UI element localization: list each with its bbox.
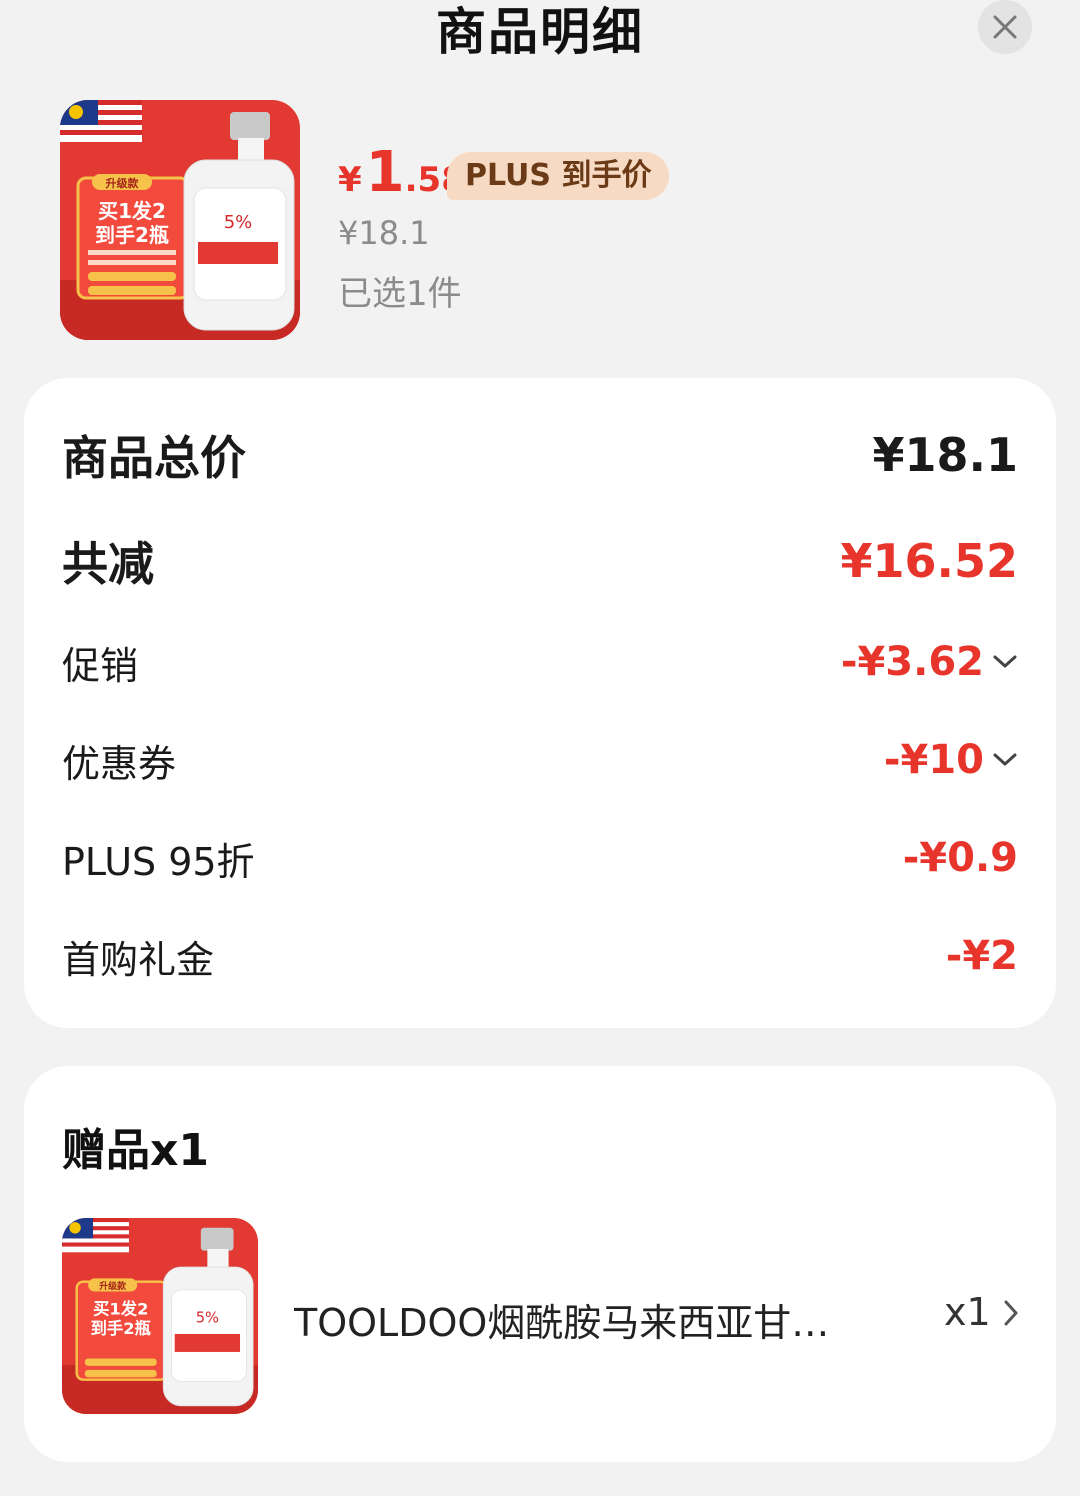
svg-text:到手2瓶: 到手2瓶 xyxy=(91,1319,151,1338)
first-purchase-gift-label: 首购礼金 xyxy=(62,937,215,982)
first-purchase-gift-row: 首购礼金 -¥2 xyxy=(62,926,1018,986)
flag-icon xyxy=(60,100,142,142)
svg-text:到手2瓶: 到手2瓶 xyxy=(95,223,169,247)
original-price: ¥18.1 xyxy=(338,214,430,252)
price-currency: ¥ xyxy=(338,160,362,200)
svg-text:5%: 5% xyxy=(224,212,253,233)
chevron-down-icon xyxy=(993,753,1017,766)
total-price-row: 商品总价 ¥18.1 xyxy=(62,420,1018,490)
promotion-label: 促销 xyxy=(62,643,139,688)
total-discount-row: 共减 ¥16.52 xyxy=(62,526,1018,596)
price-integer: 1 xyxy=(365,140,405,205)
gift-name[interactable]: TOOLDOO烟酰胺马来西亚甘… xyxy=(294,1292,854,1347)
svg-text:买1发2: 买1发2 xyxy=(98,199,166,223)
page-title: 商品明细 xyxy=(436,3,644,61)
svg-text:5%: 5% xyxy=(196,1310,219,1327)
close-icon xyxy=(993,15,1017,39)
plus-discount-row: PLUS 95折 -¥0.9 xyxy=(62,828,1018,888)
promotion-value: -¥3.62 xyxy=(840,639,984,685)
chevron-down-icon xyxy=(993,655,1017,668)
close-button[interactable] xyxy=(978,0,1032,54)
first-purchase-gift-value: -¥2 xyxy=(945,933,1018,979)
coupon-row[interactable]: 优惠券 -¥10 xyxy=(62,730,1018,790)
gift-card: 赠品x1 升级款 买1发2 到手2瓶 5% TOOLDOO烟酰胺马来西亚甘… x… xyxy=(24,1066,1056,1462)
total-discount-value: ¥16.52 xyxy=(840,534,1018,588)
total-price-value: ¥18.1 xyxy=(872,428,1018,482)
coupon-value-wrap: -¥10 xyxy=(884,737,1018,783)
svg-text:升级款: 升级款 xyxy=(99,1280,127,1292)
price-summary-card: 商品总价 ¥18.1 共减 ¥16.52 促销 -¥3.62 优惠券 -¥10 xyxy=(24,378,1056,1028)
promotion-value-wrap: -¥3.62 xyxy=(841,639,1018,685)
gift-title: 赠品x1 xyxy=(62,1125,209,1176)
coupon-label: 优惠券 xyxy=(62,741,177,786)
plus-discount-label: PLUS 95折 xyxy=(62,839,255,884)
flag-icon xyxy=(62,1218,129,1253)
plus-price-badge: PLUS 到手价 xyxy=(447,152,670,200)
gift-image[interactable]: 升级款 买1发2 到手2瓶 5% xyxy=(62,1218,258,1414)
coupon-value: -¥10 xyxy=(883,737,984,783)
total-price-label: 商品总价 xyxy=(62,431,246,485)
svg-text:升级款: 升级款 xyxy=(106,176,140,190)
selected-count: 已选1件 xyxy=(338,274,462,314)
promotion-row[interactable]: 促销 -¥3.62 xyxy=(62,632,1018,692)
price-after-discount: ¥ 1 .58 xyxy=(338,140,465,205)
product-image: 升级款 买1发2 到手2瓶 5% xyxy=(60,100,300,340)
plus-discount-value: -¥0.9 xyxy=(902,835,1018,881)
chevron-right-icon[interactable] xyxy=(1002,1298,1020,1328)
total-discount-label: 共减 xyxy=(62,537,154,591)
product-detail-sheet: 商品明细 升级款 买1发2 到手2瓶 5% ¥ 1 .58 PLUS 到手价 ¥… xyxy=(0,0,1080,1496)
gift-quantity: x1 xyxy=(944,1290,991,1334)
svg-text:买1发2: 买1发2 xyxy=(93,1299,148,1318)
